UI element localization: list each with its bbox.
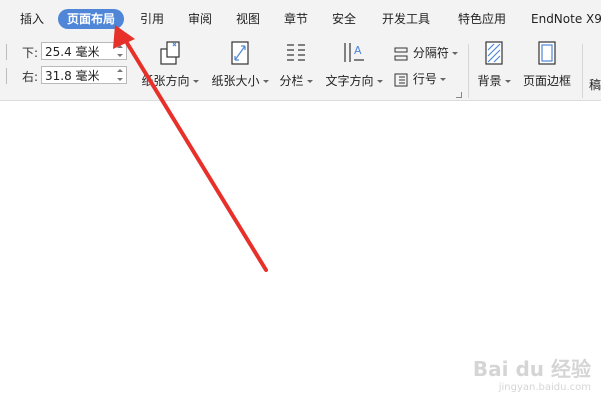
watermark-url: jingyan.baidu.com bbox=[498, 382, 591, 393]
baidu-watermark: Bai du 经验 jingyan.baidu.com bbox=[473, 353, 591, 393]
arrow-shaft bbox=[122, 36, 268, 272]
arrow-head bbox=[113, 25, 135, 49]
watermark-brand: Bai du 经验 bbox=[472, 357, 591, 381]
annotation-arrow bbox=[113, 25, 268, 272]
